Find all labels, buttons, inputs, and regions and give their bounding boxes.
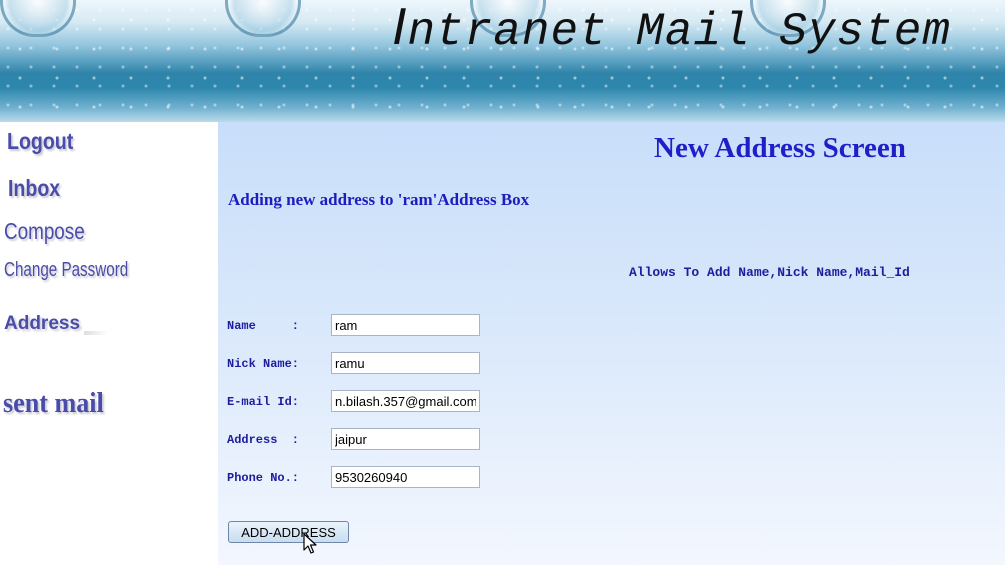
phone-label: Phone No.: (227, 471, 300, 485)
sidebar-item-inbox[interactable]: Inbox (8, 175, 60, 202)
email-label: E-mail Id: (227, 395, 300, 409)
add-address-button[interactable]: ADD-ADDRESS (228, 521, 349, 543)
main-content: New Address Screen Adding new address to… (218, 122, 1005, 565)
sidebar-item-compose[interactable]: Compose (4, 218, 85, 245)
nick-name-input[interactable] (331, 352, 480, 374)
mouse-pointer-icon (303, 533, 317, 554)
email-input[interactable] (331, 390, 480, 412)
banner-ornament (225, 0, 301, 37)
nick-name-label: Nick Name: (227, 357, 300, 371)
name-label: Name : (227, 319, 300, 333)
sidebar-item-address[interactable]: Address (4, 313, 108, 335)
phone-input[interactable] (331, 466, 480, 488)
app-title: Intranet Mail System (392, 0, 951, 58)
banner-ornament (0, 0, 76, 37)
app-title-rest: ntranet Mail System (407, 6, 951, 58)
sidebar-nav: Logout Inbox Compose Change Password Add… (0, 122, 218, 565)
sidebar-item-logout[interactable]: Logout (7, 128, 73, 155)
address-input[interactable] (331, 428, 480, 450)
allowed-fields-note: Allows To Add Name,Nick Name,Mail_Id (629, 265, 910, 280)
page-subheading: Adding new address to 'ram'Address Box (228, 190, 530, 209)
app-title-initial: I (392, 0, 408, 56)
address-label: Address : (227, 433, 300, 447)
sidebar-item-sent-mail[interactable]: sent mail (3, 387, 104, 420)
sidebar-item-change-password[interactable]: Change Password (4, 259, 128, 282)
name-input[interactable] (331, 314, 480, 336)
header-banner: Intranet Mail System (0, 0, 1005, 122)
page-title: New Address Screen (654, 132, 906, 164)
